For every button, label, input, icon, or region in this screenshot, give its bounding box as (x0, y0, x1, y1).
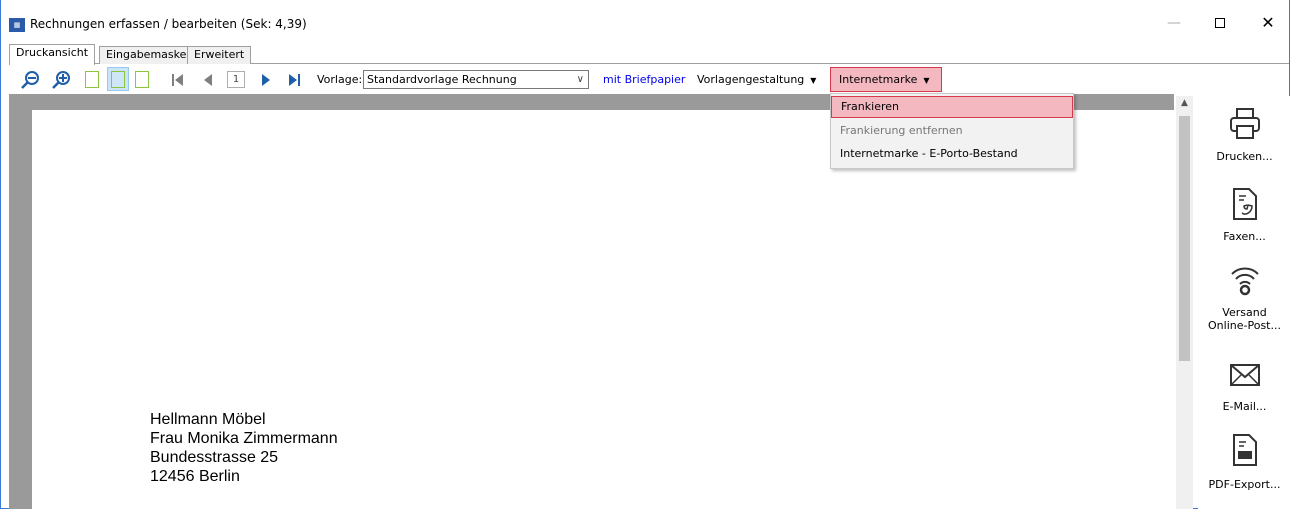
first-page-icon[interactable] (167, 69, 189, 91)
maximize-button[interactable] (1197, 11, 1243, 35)
menu-item-frankierung-entfernen[interactable]: Frankierung entfernen (831, 120, 1073, 142)
address-line: Bundesstrasse 25 (150, 449, 279, 466)
recipient-address: Hellmann Möbel Frau Monika Zimmermann Bu… (150, 410, 338, 486)
vorlage-label: Vorlage: (317, 73, 363, 86)
tab-strip: Druckansicht Eingabemaske Erweitert (9, 44, 1289, 65)
address-line: 12456 Berlin (150, 468, 240, 485)
pdf-export-button[interactable]: PDF-Export... (1198, 432, 1290, 491)
wireless-icon (1230, 267, 1259, 296)
online-post-label-1: Versand (1222, 306, 1267, 319)
menu-item-frankieren[interactable]: Frankieren (831, 96, 1073, 118)
next-page-icon[interactable] (255, 69, 277, 91)
vorlage-select-value: Standardvorlage Rechnung (367, 73, 517, 86)
internetmarke-label: Internetmarke (839, 73, 918, 86)
action-sidebar: Drucken... Faxen... Versand Online-Post.… (1198, 96, 1290, 509)
scroll-up-icon[interactable]: ▲ (1176, 98, 1193, 112)
page-width-icon (111, 71, 125, 88)
online-post-label-2: Online-Post... (1208, 319, 1281, 332)
printer-icon (1229, 108, 1260, 139)
pdf-export-label: PDF-Export... (1208, 478, 1281, 491)
fax-icon (1232, 188, 1257, 220)
app-icon: ▦ (9, 18, 25, 32)
maximize-icon (1215, 18, 1225, 28)
document-page: Hellmann Möbel Frau Monika Zimmermann Bu… (32, 110, 1184, 510)
minimize-button[interactable]: — (1151, 11, 1197, 35)
online-post-button[interactable]: Versand Online-Post... (1198, 262, 1290, 332)
tab-druckansicht[interactable]: Druckansicht (9, 44, 96, 65)
title-bar: ▦ Rechnungen erfassen / bearbeiten (Sek:… (1, 0, 1289, 36)
app-window: ▦ Rechnungen erfassen / bearbeiten (Sek:… (0, 0, 1290, 510)
email-icon (1229, 364, 1260, 386)
internetmarke-button[interactable]: Internetmarke ▼ (830, 67, 942, 92)
tab-eingabemaske[interactable]: Eingabemaske (99, 46, 194, 64)
last-page-icon[interactable] (283, 69, 305, 91)
previous-page-icon[interactable] (197, 69, 219, 91)
window-title: Rechnungen erfassen / bearbeiten (Sek: 4… (30, 17, 307, 31)
pdf-icon (1232, 434, 1257, 466)
vorlage-select[interactable]: Standardvorlage Rechnung ∨ (363, 70, 589, 89)
chevron-down-icon: ∨ (576, 74, 584, 85)
single-page-icon[interactable] (85, 71, 99, 88)
fax-button[interactable]: Faxen... (1198, 186, 1290, 243)
internetmarke-menu: Frankieren Frankierung entfernen Interne… (830, 93, 1074, 169)
address-line: Hellmann Möbel (150, 411, 266, 428)
full-page-icon[interactable] (135, 71, 149, 88)
vorlagengestaltung-button[interactable]: Vorlagengestaltung ▼ (697, 73, 816, 86)
zoom-in-icon[interactable] (50, 69, 72, 91)
scroll-thumb[interactable] (1179, 116, 1190, 361)
close-button[interactable]: ✕ (1245, 11, 1290, 35)
caret-down-icon: ▼ (810, 76, 817, 85)
vorlagengestaltung-label: Vorlagengestaltung (697, 73, 805, 86)
print-button[interactable]: Drucken... (1198, 106, 1290, 163)
menu-item-e-porto-bestand[interactable]: Internetmarke - E-Porto-Bestand (831, 143, 1073, 165)
briefpapier-link[interactable]: mit Briefpapier (603, 73, 685, 86)
caret-down-icon: ▼ (923, 76, 930, 85)
email-label: E-Mail... (1222, 400, 1267, 413)
page-number-input[interactable]: 1 (227, 71, 245, 88)
email-button[interactable]: E-Mail... (1198, 362, 1290, 413)
tab-erweitert[interactable]: Erweitert (187, 46, 252, 64)
zoom-out-icon[interactable] (19, 69, 41, 91)
toolbar: 1 Vorlage: Standardvorlage Rechnung ∨ mi… (1, 65, 1289, 93)
address-line: Frau Monika Zimmermann (150, 430, 338, 447)
print-label: Drucken... (1216, 150, 1273, 163)
vertical-scrollbar[interactable]: ▲ (1176, 96, 1193, 509)
fax-label: Faxen... (1223, 230, 1266, 243)
